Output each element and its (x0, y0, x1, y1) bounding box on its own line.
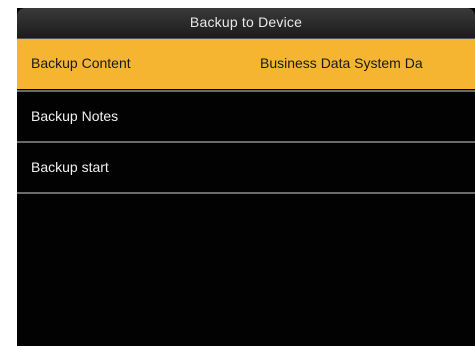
divider (17, 192, 475, 194)
menu-item-label: Backup Notes (31, 108, 119, 124)
title-bar: Backup to Device (17, 8, 475, 39)
menu-item-backup-content[interactable]: Backup Content Business Data System Da (17, 39, 475, 89)
menu-item-backup-notes[interactable]: Backup Notes (17, 92, 475, 142)
menu-item-value: Business Data System Da (260, 55, 423, 71)
page-title: Backup to Device (189, 14, 303, 30)
device-screen: Backup to Device Backup Content Business… (17, 8, 475, 346)
menu-item-label: Backup Content (31, 55, 131, 71)
menu-item-label: Backup start (31, 159, 109, 175)
menu-item-backup-start[interactable]: Backup start (17, 143, 475, 193)
